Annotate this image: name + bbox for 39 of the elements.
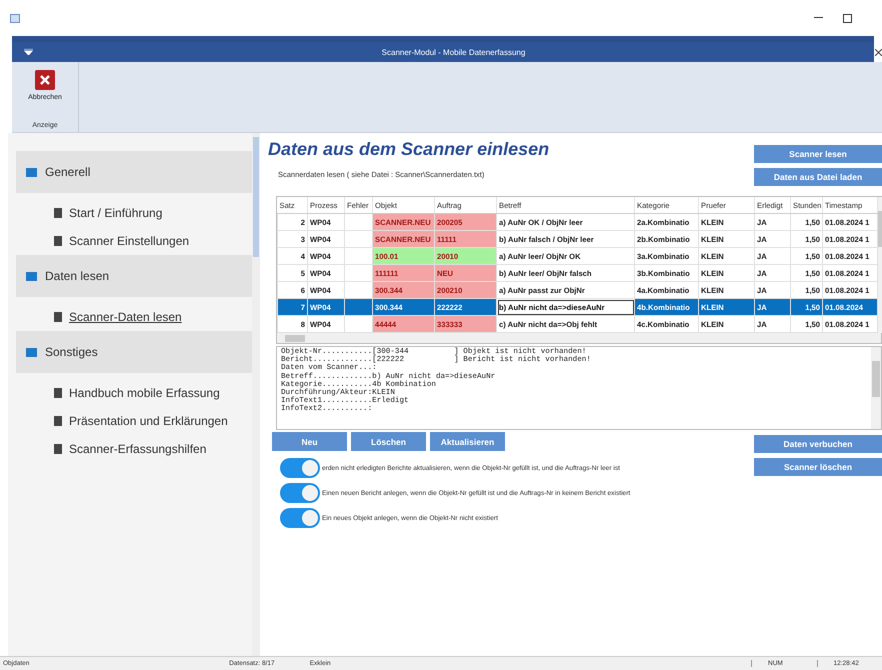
scrollbar[interactable] — [277, 333, 881, 343]
sidebar-item[interactable]: Handbuch mobile Erfassung — [16, 379, 252, 407]
folder-icon — [26, 168, 37, 176]
table-cell — [344, 298, 372, 316]
dropdown-icon[interactable] — [24, 49, 33, 55]
sidebar-item[interactable]: Scanner-Daten lesen — [16, 303, 252, 331]
page-icon — [54, 444, 62, 454]
sidebar-group[interactable]: Daten lesen — [16, 255, 252, 297]
sidebar-group[interactable]: Sonstiges — [16, 331, 252, 373]
sidebar-item[interactable]: Start / Einführung — [16, 199, 252, 227]
close-icon — [34, 70, 55, 90]
page-icon — [54, 208, 62, 218]
table-cell — [344, 248, 372, 264]
window-title: Scanner-Modul - Mobile Datenerfassung — [380, 48, 526, 56]
folder-icon — [26, 272, 37, 280]
table-cell — [344, 316, 372, 332]
maximize-icon[interactable] — [843, 14, 852, 22]
table-cell — [344, 230, 372, 248]
page-icon — [54, 312, 62, 322]
toggle-switch[interactable] — [280, 483, 320, 503]
sidebar-item[interactable]: Präsentation und Erklärungen — [16, 407, 252, 435]
page-heading: Daten aus dem Scanner einlesen — [268, 139, 550, 160]
sidebar-group[interactable]: Generell — [16, 151, 252, 193]
table-cell — [344, 214, 372, 230]
sidebar-item[interactable]: Scanner Einstellungen — [16, 227, 252, 255]
page-icon — [54, 388, 62, 398]
scrollbar[interactable] — [871, 347, 881, 429]
sidebar-item[interactable]: Scanner-Erfassungshilfen — [16, 435, 252, 463]
app-icon — [10, 14, 20, 22]
page-icon — [54, 416, 62, 426]
scrollbar[interactable] — [252, 133, 260, 656]
toggle-switch[interactable] — [280, 458, 320, 478]
page-icon — [54, 236, 62, 246]
table-cell — [344, 264, 372, 282]
close-icon[interactable] — [875, 48, 882, 56]
table-cell — [344, 282, 372, 298]
toggle-switch[interactable] — [280, 508, 320, 528]
minimize-icon[interactable] — [814, 17, 823, 19]
folder-icon — [26, 348, 37, 356]
